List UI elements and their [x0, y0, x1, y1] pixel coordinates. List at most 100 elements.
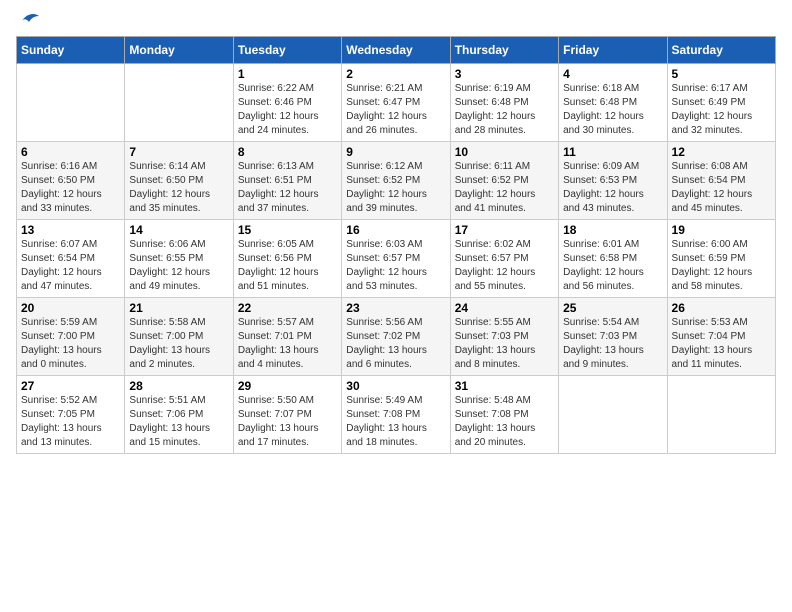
calendar-cell: 7Sunrise: 6:14 AM Sunset: 6:50 PM Daylig…	[125, 142, 233, 220]
day-info: Sunrise: 6:09 AM Sunset: 6:53 PM Dayligh…	[563, 160, 662, 216]
calendar-cell: 14Sunrise: 6:06 AM Sunset: 6:55 PM Dayli…	[125, 220, 233, 298]
calendar-cell	[667, 376, 775, 454]
calendar-table: SundayMondayTuesdayWednesdayThursdayFrid…	[16, 36, 776, 454]
calendar-cell: 13Sunrise: 6:07 AM Sunset: 6:54 PM Dayli…	[17, 220, 125, 298]
calendar-cell	[559, 376, 667, 454]
weekday-header: Wednesday	[342, 37, 450, 64]
day-number: 26	[672, 301, 771, 315]
calendar-cell: 29Sunrise: 5:50 AM Sunset: 7:07 PM Dayli…	[233, 376, 341, 454]
weekday-header: Tuesday	[233, 37, 341, 64]
calendar-cell: 11Sunrise: 6:09 AM Sunset: 6:53 PM Dayli…	[559, 142, 667, 220]
day-number: 24	[455, 301, 554, 315]
day-number: 5	[672, 67, 771, 81]
day-info: Sunrise: 6:14 AM Sunset: 6:50 PM Dayligh…	[129, 160, 228, 216]
weekday-header: Thursday	[450, 37, 558, 64]
calendar-header-row: SundayMondayTuesdayWednesdayThursdayFrid…	[17, 37, 776, 64]
page-header	[16, 16, 776, 30]
day-info: Sunrise: 6:01 AM Sunset: 6:58 PM Dayligh…	[563, 238, 662, 294]
calendar-cell: 26Sunrise: 5:53 AM Sunset: 7:04 PM Dayli…	[667, 298, 775, 376]
calendar-week-row: 6Sunrise: 6:16 AM Sunset: 6:50 PM Daylig…	[17, 142, 776, 220]
day-number: 6	[21, 145, 120, 159]
logo-bird-icon	[18, 12, 40, 30]
day-info: Sunrise: 5:51 AM Sunset: 7:06 PM Dayligh…	[129, 394, 228, 450]
day-info: Sunrise: 6:08 AM Sunset: 6:54 PM Dayligh…	[672, 160, 771, 216]
weekday-header: Friday	[559, 37, 667, 64]
day-info: Sunrise: 6:22 AM Sunset: 6:46 PM Dayligh…	[238, 82, 337, 138]
day-number: 29	[238, 379, 337, 393]
calendar-cell: 18Sunrise: 6:01 AM Sunset: 6:58 PM Dayli…	[559, 220, 667, 298]
day-info: Sunrise: 6:18 AM Sunset: 6:48 PM Dayligh…	[563, 82, 662, 138]
day-info: Sunrise: 6:06 AM Sunset: 6:55 PM Dayligh…	[129, 238, 228, 294]
calendar-cell: 10Sunrise: 6:11 AM Sunset: 6:52 PM Dayli…	[450, 142, 558, 220]
day-info: Sunrise: 6:05 AM Sunset: 6:56 PM Dayligh…	[238, 238, 337, 294]
calendar-cell: 24Sunrise: 5:55 AM Sunset: 7:03 PM Dayli…	[450, 298, 558, 376]
day-number: 4	[563, 67, 662, 81]
calendar-cell: 6Sunrise: 6:16 AM Sunset: 6:50 PM Daylig…	[17, 142, 125, 220]
calendar-cell: 27Sunrise: 5:52 AM Sunset: 7:05 PM Dayli…	[17, 376, 125, 454]
calendar-cell: 8Sunrise: 6:13 AM Sunset: 6:51 PM Daylig…	[233, 142, 341, 220]
day-number: 8	[238, 145, 337, 159]
day-info: Sunrise: 6:07 AM Sunset: 6:54 PM Dayligh…	[21, 238, 120, 294]
day-number: 31	[455, 379, 554, 393]
day-info: Sunrise: 5:57 AM Sunset: 7:01 PM Dayligh…	[238, 316, 337, 372]
day-info: Sunrise: 6:02 AM Sunset: 6:57 PM Dayligh…	[455, 238, 554, 294]
day-info: Sunrise: 5:54 AM Sunset: 7:03 PM Dayligh…	[563, 316, 662, 372]
calendar-cell: 19Sunrise: 6:00 AM Sunset: 6:59 PM Dayli…	[667, 220, 775, 298]
calendar-cell: 23Sunrise: 5:56 AM Sunset: 7:02 PM Dayli…	[342, 298, 450, 376]
day-number: 3	[455, 67, 554, 81]
day-number: 27	[21, 379, 120, 393]
calendar-week-row: 1Sunrise: 6:22 AM Sunset: 6:46 PM Daylig…	[17, 64, 776, 142]
calendar-cell: 25Sunrise: 5:54 AM Sunset: 7:03 PM Dayli…	[559, 298, 667, 376]
day-number: 2	[346, 67, 445, 81]
day-info: Sunrise: 5:48 AM Sunset: 7:08 PM Dayligh…	[455, 394, 554, 450]
weekday-header: Sunday	[17, 37, 125, 64]
day-number: 21	[129, 301, 228, 315]
calendar-week-row: 13Sunrise: 6:07 AM Sunset: 6:54 PM Dayli…	[17, 220, 776, 298]
day-info: Sunrise: 6:17 AM Sunset: 6:49 PM Dayligh…	[672, 82, 771, 138]
day-number: 10	[455, 145, 554, 159]
day-number: 9	[346, 145, 445, 159]
day-info: Sunrise: 6:19 AM Sunset: 6:48 PM Dayligh…	[455, 82, 554, 138]
calendar-cell: 3Sunrise: 6:19 AM Sunset: 6:48 PM Daylig…	[450, 64, 558, 142]
day-info: Sunrise: 5:55 AM Sunset: 7:03 PM Dayligh…	[455, 316, 554, 372]
day-number: 18	[563, 223, 662, 237]
calendar-cell: 5Sunrise: 6:17 AM Sunset: 6:49 PM Daylig…	[667, 64, 775, 142]
day-number: 1	[238, 67, 337, 81]
day-info: Sunrise: 6:11 AM Sunset: 6:52 PM Dayligh…	[455, 160, 554, 216]
calendar-cell: 16Sunrise: 6:03 AM Sunset: 6:57 PM Dayli…	[342, 220, 450, 298]
calendar-cell: 20Sunrise: 5:59 AM Sunset: 7:00 PM Dayli…	[17, 298, 125, 376]
day-number: 23	[346, 301, 445, 315]
day-number: 19	[672, 223, 771, 237]
day-info: Sunrise: 6:21 AM Sunset: 6:47 PM Dayligh…	[346, 82, 445, 138]
day-info: Sunrise: 6:00 AM Sunset: 6:59 PM Dayligh…	[672, 238, 771, 294]
calendar-cell	[125, 64, 233, 142]
day-info: Sunrise: 6:13 AM Sunset: 6:51 PM Dayligh…	[238, 160, 337, 216]
day-info: Sunrise: 5:52 AM Sunset: 7:05 PM Dayligh…	[21, 394, 120, 450]
day-info: Sunrise: 5:59 AM Sunset: 7:00 PM Dayligh…	[21, 316, 120, 372]
day-number: 16	[346, 223, 445, 237]
day-info: Sunrise: 6:12 AM Sunset: 6:52 PM Dayligh…	[346, 160, 445, 216]
calendar-cell: 12Sunrise: 6:08 AM Sunset: 6:54 PM Dayli…	[667, 142, 775, 220]
calendar-cell: 15Sunrise: 6:05 AM Sunset: 6:56 PM Dayli…	[233, 220, 341, 298]
day-number: 14	[129, 223, 228, 237]
calendar-cell: 21Sunrise: 5:58 AM Sunset: 7:00 PM Dayli…	[125, 298, 233, 376]
day-info: Sunrise: 6:03 AM Sunset: 6:57 PM Dayligh…	[346, 238, 445, 294]
calendar-week-row: 20Sunrise: 5:59 AM Sunset: 7:00 PM Dayli…	[17, 298, 776, 376]
day-info: Sunrise: 6:16 AM Sunset: 6:50 PM Dayligh…	[21, 160, 120, 216]
day-number: 12	[672, 145, 771, 159]
day-info: Sunrise: 5:50 AM Sunset: 7:07 PM Dayligh…	[238, 394, 337, 450]
day-number: 15	[238, 223, 337, 237]
day-number: 17	[455, 223, 554, 237]
day-info: Sunrise: 5:49 AM Sunset: 7:08 PM Dayligh…	[346, 394, 445, 450]
calendar-cell: 9Sunrise: 6:12 AM Sunset: 6:52 PM Daylig…	[342, 142, 450, 220]
day-number: 22	[238, 301, 337, 315]
calendar-cell: 22Sunrise: 5:57 AM Sunset: 7:01 PM Dayli…	[233, 298, 341, 376]
day-info: Sunrise: 5:58 AM Sunset: 7:00 PM Dayligh…	[129, 316, 228, 372]
calendar-cell: 4Sunrise: 6:18 AM Sunset: 6:48 PM Daylig…	[559, 64, 667, 142]
day-info: Sunrise: 5:56 AM Sunset: 7:02 PM Dayligh…	[346, 316, 445, 372]
calendar-week-row: 27Sunrise: 5:52 AM Sunset: 7:05 PM Dayli…	[17, 376, 776, 454]
calendar-cell: 17Sunrise: 6:02 AM Sunset: 6:57 PM Dayli…	[450, 220, 558, 298]
day-info: Sunrise: 5:53 AM Sunset: 7:04 PM Dayligh…	[672, 316, 771, 372]
calendar-cell: 28Sunrise: 5:51 AM Sunset: 7:06 PM Dayli…	[125, 376, 233, 454]
day-number: 7	[129, 145, 228, 159]
